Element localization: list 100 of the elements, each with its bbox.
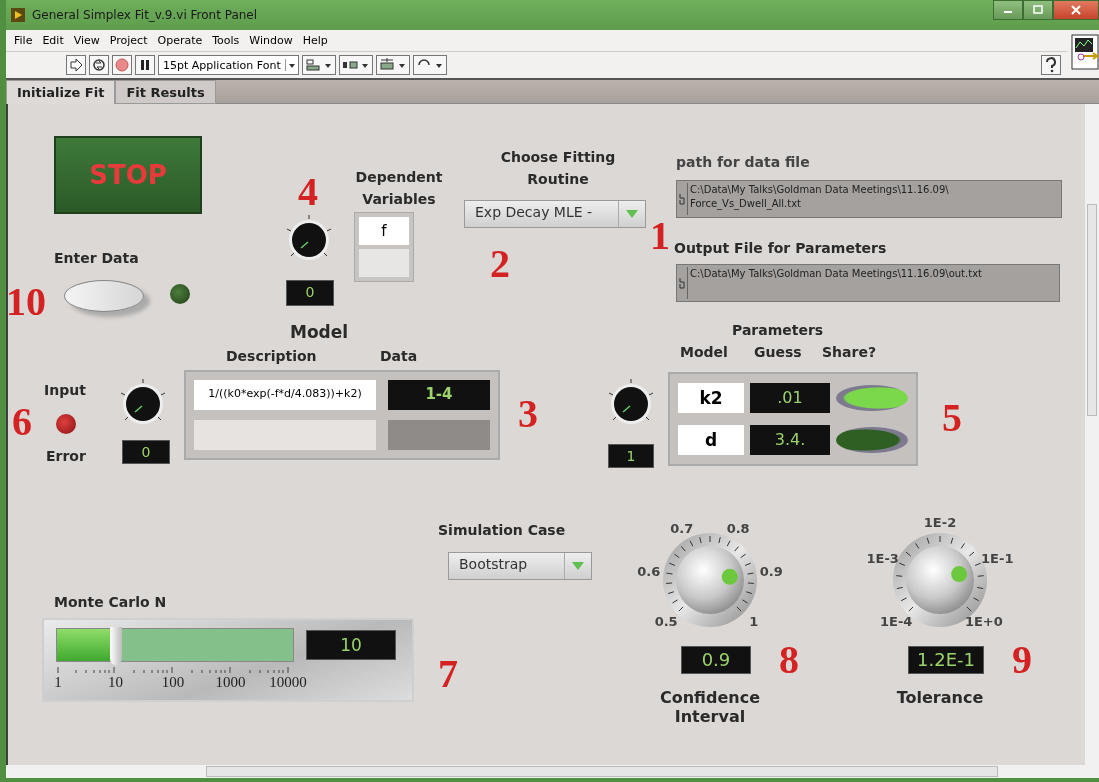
column-header: Share? [822, 344, 877, 360]
scale-label: 100 [161, 674, 185, 691]
knob-scale-label: 1E-4 [879, 613, 913, 629]
knob-scale-label: 1E-1 [981, 550, 1014, 566]
knob-scale-label: 1 [749, 613, 759, 629]
enter-data-label: Enter Data [54, 250, 139, 266]
callout-number: 7 [438, 654, 458, 694]
menu-item[interactable]: Project [109, 34, 148, 47]
maximize-icon [1033, 5, 1043, 15]
parameter-name-field[interactable]: k2 [678, 383, 744, 413]
knob-label: Confidence Interval [659, 688, 761, 726]
app-icon [10, 7, 26, 23]
knob-scale-label: 0.9 [759, 563, 783, 579]
callout-number: 1 [650, 216, 670, 256]
monte-carlo-label: Monte Carlo N [54, 594, 167, 610]
abort-icon[interactable] [112, 55, 132, 75]
index-display[interactable]: 0 [286, 280, 334, 306]
path-text-line: C:\Data\My Talks\Goldman Data Meetings\11.16.09\out.txt [687, 267, 982, 299]
vi-connector-icon[interactable] [1071, 34, 1099, 70]
index-display[interactable]: 1 [608, 444, 654, 468]
slider-thumb[interactable] [110, 627, 122, 665]
column-header: Description [226, 348, 317, 364]
window-title: General Simplex Fit_v.9.vi Front Panel [32, 8, 258, 22]
help-icon[interactable] [1041, 55, 1061, 75]
index-display[interactable]: 0 [122, 440, 170, 464]
menu-item[interactable]: File [14, 34, 33, 47]
close-button[interactable] [1053, 0, 1099, 20]
dropdown-arrow-icon [571, 561, 585, 571]
menu-item[interactable]: Operate [157, 34, 203, 47]
value-display[interactable]: 10 [306, 630, 396, 660]
dropdown-arrow-icon [625, 209, 639, 219]
data-path-label: path for data file [676, 154, 810, 170]
menu-item[interactable]: Tools [212, 34, 240, 47]
callout-number: 10 [6, 282, 46, 322]
column-header: Data [380, 348, 418, 364]
knob-scale-label: 1E-2 [923, 514, 957, 530]
knob-scale-label: 0.7 [670, 520, 694, 536]
minimize-button[interactable] [993, 0, 1023, 20]
resize-icon[interactable] [375, 55, 410, 75]
fitting-routine-dropdown[interactable]: Exp Decay MLE - [464, 200, 646, 228]
simulation-case-dropdown[interactable]: Bootstrap [448, 552, 592, 580]
maximize-button[interactable] [1023, 0, 1053, 20]
fitting-routine-label: Choose Fitting Routine [499, 148, 617, 189]
callout-number: 5 [942, 398, 962, 438]
knob-scale-label: 0.6 [637, 563, 661, 579]
path-text-line: Force_Vs_Dwell_All.txt [690, 197, 803, 211]
variable-field[interactable]: f [359, 217, 409, 245]
knob-label: Tolerance [895, 688, 985, 707]
caret-icon [284, 59, 298, 71]
scale-label: 10 [108, 674, 123, 691]
simulation-case-label: Simulation Case [438, 522, 566, 538]
menu-item[interactable]: Help [302, 34, 328, 47]
guess-display[interactable]: .01 [750, 383, 830, 413]
align-icon[interactable] [301, 55, 336, 75]
path-icon [679, 277, 685, 289]
font-dropdown[interactable]: 15pt Application Font [158, 55, 299, 75]
callout-number: 2 [490, 244, 510, 284]
tab[interactable]: Fit Results [115, 80, 216, 104]
scale-label: 1000 [215, 674, 246, 691]
reorder-icon[interactable] [412, 55, 447, 75]
callout-number: 4 [298, 172, 318, 212]
value-display[interactable]: 1.2E-1 [908, 646, 984, 674]
column-header: Guess [754, 344, 802, 360]
callout-number: 6 [12, 402, 32, 442]
parameters-title: Parameters [732, 322, 824, 338]
menu-item[interactable]: View [73, 34, 100, 47]
path-icon [679, 193, 685, 205]
knob-scale-label: 1E+0 [964, 613, 1003, 629]
value-display[interactable]: 0.9 [681, 646, 751, 674]
description-field[interactable]: 1/((k0*exp(-f*d/4.083))+k2) [194, 380, 376, 410]
horizontal-scrollbar[interactable] [6, 765, 1099, 778]
callout-number: 3 [518, 394, 538, 434]
scale-label: 10000 [269, 674, 307, 691]
model-title: Model [290, 322, 349, 342]
empty-array-element [359, 249, 409, 277]
input-label: Input [44, 382, 86, 398]
error-label: Error [46, 448, 86, 464]
knob-scale-label: 0.5 [654, 613, 678, 629]
scale-label: 1 [54, 674, 62, 691]
menu-item[interactable]: Edit [42, 34, 64, 47]
data-display[interactable]: 1-4 [388, 380, 490, 410]
knob-scale-label: 0.8 [726, 520, 750, 536]
output-path-field[interactable]: C:\Data\My Talks\Goldman Data Meetings\11.16.09\out.txt [676, 264, 1060, 302]
knob-scale-label: 1E-3 [866, 550, 899, 566]
column-header: Model [680, 344, 728, 360]
menu-item[interactable]: Window [249, 34, 293, 47]
guess-display[interactable]: 3.4. [750, 425, 830, 455]
tab[interactable]: Initialize Fit [6, 80, 116, 104]
path-text-line: C:\Data\My Talks\Goldman Data Meetings\11.16.09\ [690, 183, 949, 197]
pause-icon[interactable] [135, 55, 155, 75]
data-path-field[interactable]: C:\Data\My Talks\Goldman Data Meetings\11.16.09\ Force_Vs_Dwell_All.txt [676, 180, 1062, 218]
run-continuously-icon[interactable] [89, 55, 109, 75]
vertical-scrollbar[interactable] [1085, 104, 1099, 765]
close-icon [1071, 5, 1081, 15]
parameter-name-field[interactable]: d [678, 425, 744, 455]
distribute-icon[interactable] [338, 55, 373, 75]
toggle-switch[interactable] [64, 280, 144, 312]
dependent-variables-label: Dependent Variables [354, 168, 444, 209]
output-file-label: Output File for Parameters [674, 240, 887, 256]
callout-number: 9 [1012, 640, 1032, 680]
